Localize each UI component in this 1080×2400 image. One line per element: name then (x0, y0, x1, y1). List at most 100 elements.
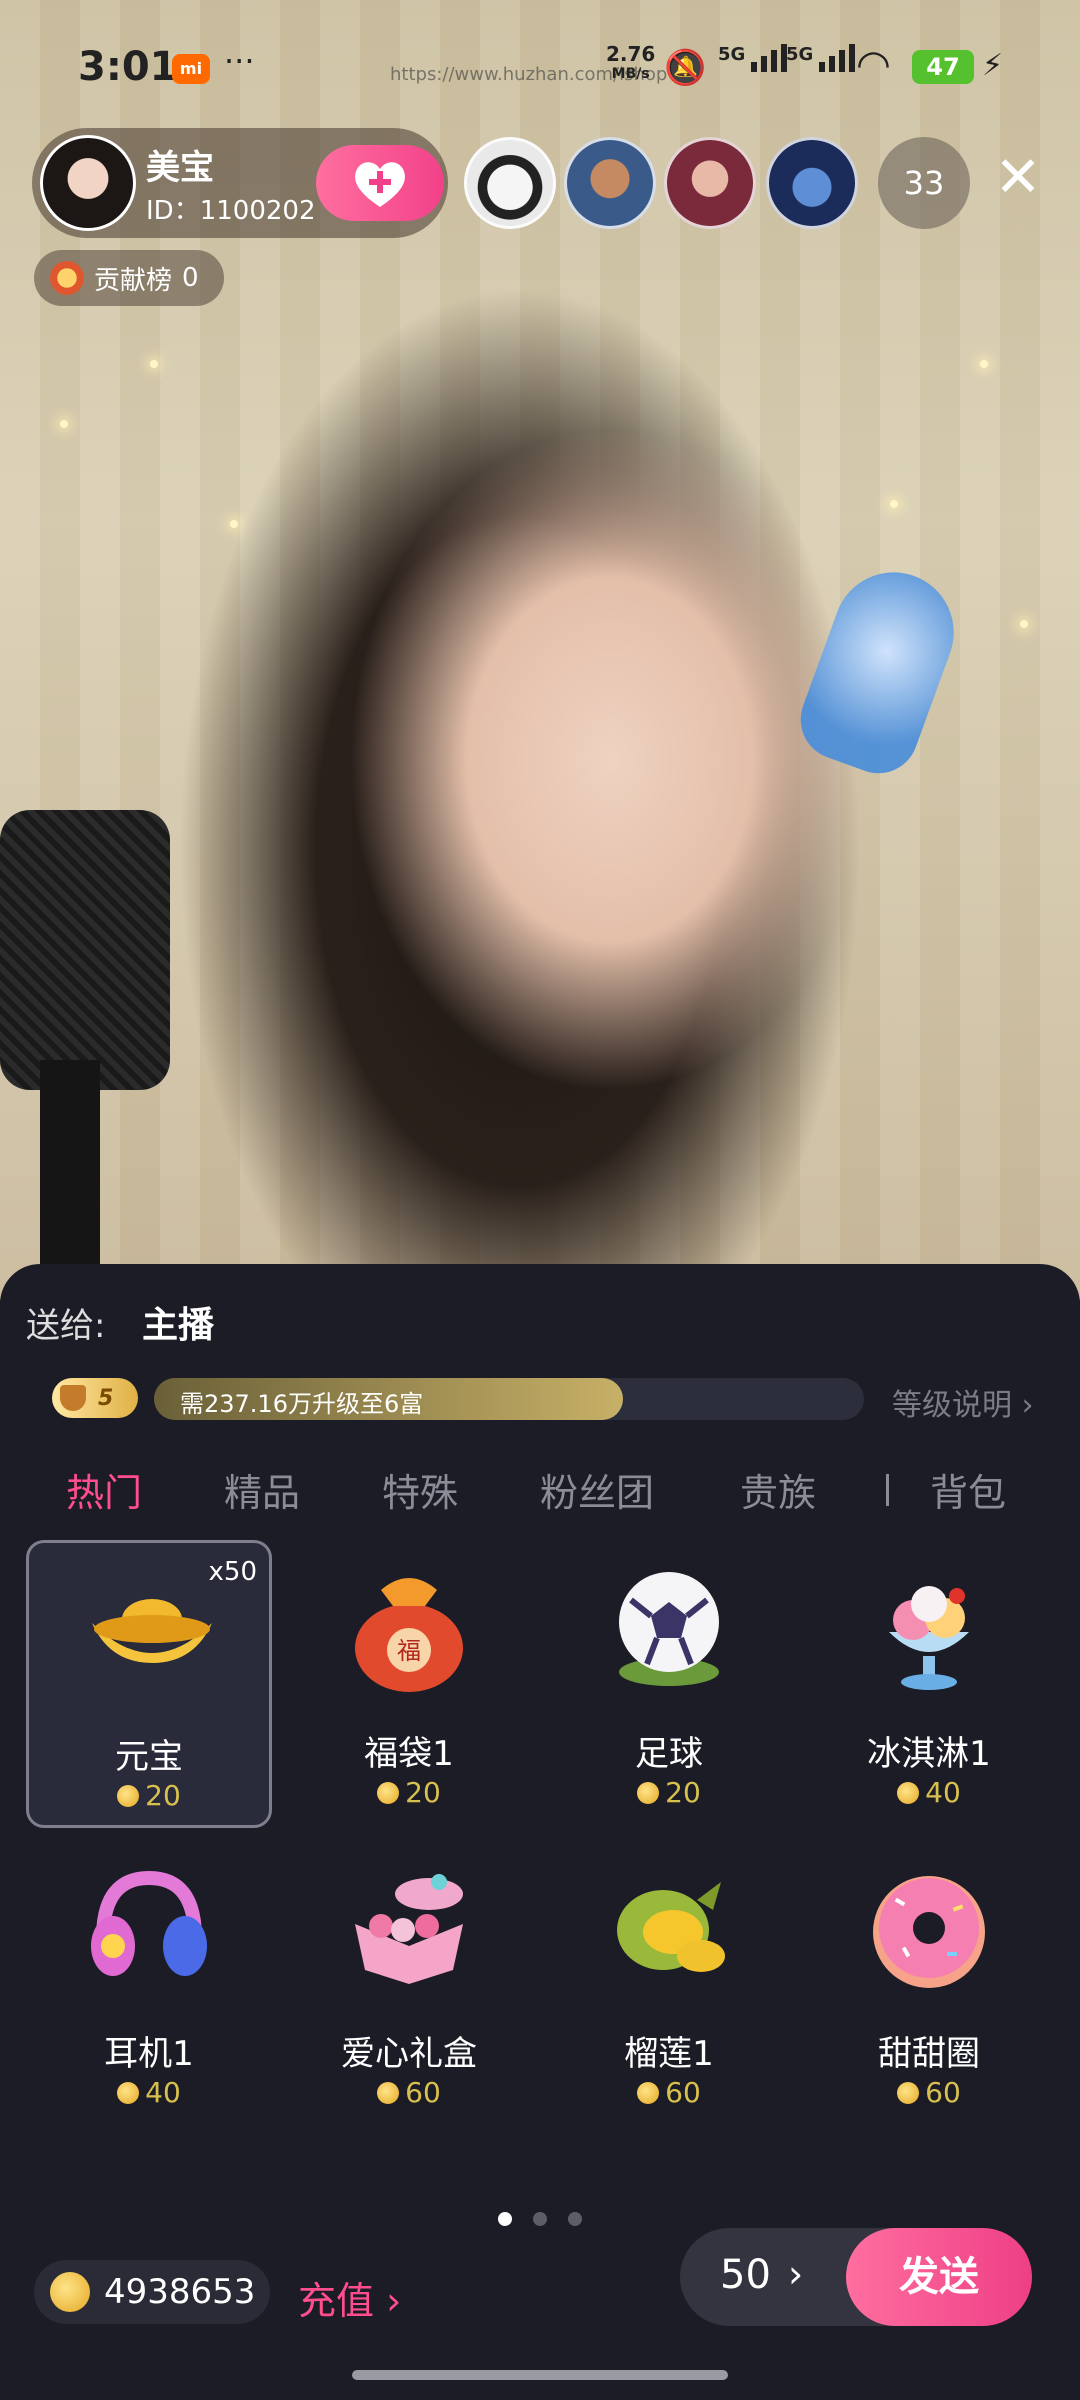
viewer-avatar[interactable] (664, 137, 756, 229)
coin-icon (117, 2081, 140, 2104)
tab-divider (886, 1474, 889, 1506)
gift-name: 福袋1 (364, 1734, 454, 1774)
coin-icon (50, 2272, 90, 2312)
gift-item-gold-ingot[interactable]: x50 元宝 20 (26, 1540, 272, 1828)
tab-hot[interactable]: 热门 (66, 1462, 142, 1517)
gift-item-lucky-bag[interactable]: 福 福袋1 20 (286, 1540, 532, 1828)
durian-icon (617, 1882, 725, 1972)
ice-cream-icon (889, 1586, 969, 1690)
coin-icon (637, 2081, 660, 2104)
page-indicator-dot[interactable] (533, 2212, 547, 2226)
coin-icon (897, 2081, 920, 2104)
coin-icon (897, 1781, 920, 1804)
status-time: 3:01 (78, 44, 178, 90)
tab-fan-club[interactable]: 粉丝团 (540, 1462, 654, 1517)
gift-name: 冰淇淋1 (867, 1734, 991, 1774)
gift-box-icon (355, 1874, 463, 1984)
gift-price: 40 (806, 1776, 1052, 1809)
home-indicator[interactable] (352, 2370, 728, 2380)
gift-item-durian[interactable]: 榴莲1 60 (546, 1840, 792, 2128)
recharge-link[interactable]: 充值 › (298, 2270, 401, 2325)
send-to-label: 送给: (26, 1306, 106, 1346)
gift-price: 20 (546, 1776, 792, 1809)
viewer-count[interactable]: 33 (878, 137, 970, 229)
anchor-avatar[interactable] (40, 135, 136, 231)
hair-flower (789, 555, 971, 785)
more-notifications-icon: ··· (224, 42, 255, 80)
coin-icon (637, 1781, 660, 1804)
contribution-label: 贡献榜 (94, 265, 173, 296)
gift-item-love-gift-box[interactable]: 爱心礼盒 60 (286, 1840, 532, 2128)
level-explain-link[interactable]: 等级说明 › (892, 1380, 1034, 1424)
level-progress-text: 需237.16万升级至6富 (180, 1390, 424, 1418)
gift-item-donut[interactable]: 甜甜圈 60 (806, 1840, 1052, 2128)
status-bar: 3:01 mi ··· https://www.huzhan.com/ishop… (0, 0, 1080, 130)
coin-balance: 4938653 (34, 2260, 270, 2324)
signal-icon: 5G (786, 44, 856, 72)
sparkle (1020, 620, 1028, 628)
gift-name: 元宝 (115, 1737, 183, 1777)
gift-price: 20 (286, 1776, 532, 1809)
page-indicator-dot[interactable] (568, 2212, 582, 2226)
sparkle (980, 360, 988, 368)
wifi-icon: ◠ (856, 42, 891, 88)
microphone (0, 810, 170, 1090)
gift-name: 榴莲1 (624, 2034, 714, 2074)
gift-name: 足球 (635, 1734, 703, 1774)
follow-button[interactable] (316, 145, 444, 221)
mi-icon: mi (172, 54, 210, 84)
page-indicator-dot[interactable] (498, 2212, 512, 2226)
tab-premium[interactable]: 精品 (224, 1462, 300, 1517)
coin-icon (377, 2081, 400, 2104)
tab-backpack[interactable]: 背包 (930, 1462, 1006, 1517)
level-badge: 5 (52, 1378, 138, 1418)
contribution-rank[interactable]: 贡献榜 0 (34, 250, 224, 306)
gift-item-headphones[interactable]: 耳机1 40 (26, 1840, 272, 2128)
gift-name: 耳机1 (104, 2034, 194, 2074)
anchor-name: 美宝 (146, 148, 214, 188)
medal-icon (50, 261, 84, 295)
charging-icon: ⚡ (982, 48, 1004, 83)
anchor-id: ID：1100202 (146, 196, 316, 226)
coin-icon (117, 1784, 140, 1807)
balance-value: 4938653 (104, 2272, 256, 2312)
send-button[interactable]: 发送 (846, 2228, 1032, 2326)
svg-text:福: 福 (397, 1637, 421, 1665)
quantity-value[interactable]: 50 (720, 2252, 771, 2298)
send-to-target[interactable]: 主播 (142, 1296, 214, 1348)
donut-icon (873, 1876, 985, 1988)
tab-noble[interactable]: 贵族 (740, 1462, 816, 1517)
gift-tabs: 热门 精品 特殊 粉丝团 贵族 背包 (0, 1462, 1080, 1522)
contribution-value: 0 (182, 263, 199, 293)
gift-item-soccer-ball[interactable]: 足球 20 (546, 1540, 792, 1828)
tab-special[interactable]: 特殊 (382, 1462, 458, 1517)
gift-price: 60 (806, 2076, 1052, 2109)
headphones-icon (91, 1870, 207, 1976)
close-icon[interactable]: ✕ (990, 150, 1046, 206)
lucky-bag-icon: 福 (355, 1578, 463, 1692)
mute-icon: 🔕 (664, 48, 707, 88)
gift-multiplier: x50 (208, 1557, 257, 1587)
gift-price: 60 (546, 2076, 792, 2109)
sparkle (230, 520, 238, 528)
gift-name: 爱心礼盒 (341, 2034, 477, 2074)
soccer-ball-icon (619, 1572, 719, 1686)
gift-item-ice-cream[interactable]: 冰淇淋1 40 (806, 1540, 1052, 1828)
gift-price: 40 (26, 2076, 272, 2109)
sparkle (890, 500, 898, 508)
viewer-avatar[interactable] (464, 137, 556, 229)
signal-icon: 5G (718, 44, 788, 72)
chevron-right-icon[interactable]: › (788, 2252, 803, 2296)
heart-plus-icon (355, 162, 405, 207)
gold-ingot-icon (92, 1599, 212, 1663)
gift-name: 甜甜圈 (878, 2034, 980, 2074)
network-speed: 2.76 MB/s (606, 42, 656, 82)
viewer-avatar[interactable] (564, 137, 656, 229)
gift-price: 20 (29, 1779, 269, 1812)
viewer-avatar[interactable] (766, 137, 858, 229)
coin-icon (377, 1781, 400, 1804)
sparkle (150, 360, 158, 368)
level-shield-icon (60, 1385, 86, 1411)
sparkle (60, 420, 68, 428)
battery-icon: 47 (912, 50, 974, 84)
